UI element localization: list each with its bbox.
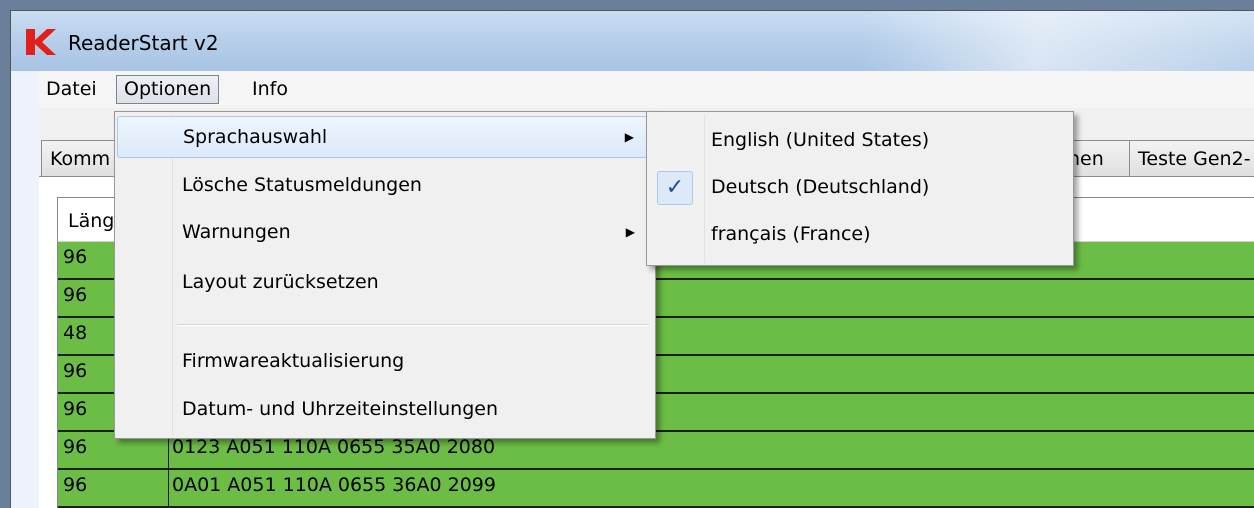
checkmark-icon: ✓ [657,171,693,205]
menu-item-layout-zuruecksetzen[interactable]: Layout zurücksetzen [117,262,653,302]
cell-epc: 0123 A051 110A 0655 35A0 2080 [172,436,496,458]
tab-teste-gen2[interactable]: Teste Gen2- [1129,140,1254,177]
menu-item-label: Lösche Statusmeldungen [182,174,422,196]
title-bar: ReaderStart v2 [11,11,1254,71]
menu-bar: Datei Optionen Info [39,71,1254,109]
language-item-english[interactable]: English (United States) [649,120,1071,160]
table-row[interactable]: 96 0A01 A051 110A 0655 36A0 2099 [58,470,1254,508]
menu-item-label: Firmwareaktualisierung [182,350,405,372]
menu-item-label: français (France) [711,223,871,245]
menu-item-loesche-statusmeldungen[interactable]: Lösche Statusmeldungen [117,165,653,205]
menu-item-warnungen[interactable]: Warnungen ▶ [117,212,653,252]
column-header-laenge[interactable]: Läng [68,210,114,232]
cell-length: 96 [63,474,88,496]
menu-item-label: Warnungen [182,221,291,243]
cell-length: 96 [63,398,88,420]
submenu-arrow-icon: ▶ [624,130,634,144]
menu-item-label: Layout zurücksetzen [182,271,379,293]
menu-item-datum-uhrzeit[interactable]: Datum- und Uhrzeiteinstellungen [117,389,653,429]
app-logo-icon [26,29,56,55]
cell-length: 96 [63,360,88,382]
menu-datei[interactable]: Datei [39,76,104,103]
menu-separator [177,324,649,326]
menu-item-firmwareaktualisierung[interactable]: Firmwareaktualisierung [117,341,653,381]
submenu-arrow-icon: ▶ [625,225,635,239]
tab-kommunikation[interactable]: Komm [41,140,120,177]
menu-item-label: Datum- und Uhrzeiteinstellungen [182,398,498,420]
cell-length: 96 [63,284,88,306]
cell-length: 96 [63,436,88,458]
menu-item-label: Deutsch (Deutschland) [711,176,930,198]
menu-item-label: English (United States) [711,129,930,151]
options-dropdown-menu: Sprachauswahl ▶ Lösche Statusmeldungen W… [114,111,656,439]
window-title: ReaderStart v2 [68,31,219,55]
language-submenu: English (United States) ✓ Deutsch (Deuts… [646,111,1074,266]
cell-length: 96 [63,246,88,268]
cell-epc: 0A01 A051 110A 0655 36A0 2099 [172,474,496,496]
cell-length: 48 [63,322,88,344]
menu-optionen[interactable]: Optionen [116,75,220,104]
menu-info[interactable]: Info [245,76,295,103]
menu-item-label: Sprachauswahl [183,126,328,148]
menu-item-sprachauswahl[interactable]: Sprachauswahl ▶ [117,116,653,158]
language-item-deutsch[interactable]: ✓ Deutsch (Deutschland) [649,167,1071,207]
language-item-francais[interactable]: français (France) [649,214,1071,254]
